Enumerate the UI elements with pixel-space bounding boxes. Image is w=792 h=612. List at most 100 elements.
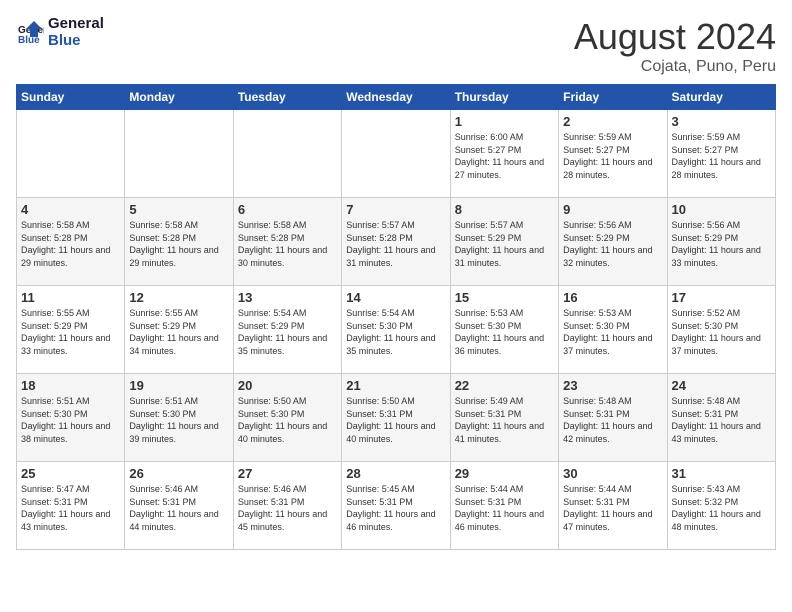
calendar-cell: 21Sunrise: 5:50 AM Sunset: 5:31 PM Dayli… (342, 374, 450, 462)
day-info: Sunrise: 5:49 AM Sunset: 5:31 PM Dayligh… (455, 395, 554, 445)
day-number: 11 (21, 290, 120, 305)
day-info: Sunrise: 5:57 AM Sunset: 5:29 PM Dayligh… (455, 219, 554, 269)
logo-line1: General (48, 16, 104, 33)
day-header-friday: Friday (559, 85, 667, 110)
day-number: 16 (563, 290, 662, 305)
logo-icon: General Blue (16, 19, 44, 47)
calendar-header-row: SundayMondayTuesdayWednesdayThursdayFrid… (17, 85, 776, 110)
calendar-cell: 13Sunrise: 5:54 AM Sunset: 5:29 PM Dayli… (233, 286, 341, 374)
day-number: 26 (129, 466, 228, 481)
day-number: 3 (672, 114, 771, 129)
calendar-cell: 22 Sunrise: 5:49 AM Sunset: 5:31 PM Dayli… (450, 374, 558, 462)
calendar-cell: 27Sunrise: 5:46 AM Sunset: 5:31 PM Dayli… (233, 462, 341, 550)
day-number: 27 (238, 466, 337, 481)
day-number: 1 (455, 114, 554, 129)
day-header-thursday: Thursday (450, 85, 558, 110)
calendar-cell: 19 Sunrise: 5:51 AM Sunset: 5:30 PM Dayli… (125, 374, 233, 462)
calendar-cell: 12 Sunrise: 5:55 AM Sunset: 5:29 PM Dayli… (125, 286, 233, 374)
day-info: Sunrise: 5:45 AM Sunset: 5:31 PM Dayligh… (346, 483, 445, 533)
day-number: 9 (563, 202, 662, 217)
calendar-cell: 20 Sunrise: 5:50 AM Sunset: 5:30 PM Dayli… (233, 374, 341, 462)
day-number: 19 (129, 378, 228, 393)
day-number: 29 (455, 466, 554, 481)
calendar-cell: 30Sunrise: 5:44 AM Sunset: 5:31 PM Dayli… (559, 462, 667, 550)
day-info: Sunrise: 5:55 AM Sunset: 5:29 PM Dayligh… (21, 307, 120, 357)
day-info: Sunrise: 5:48 AM Sunset: 5:31 PM Dayligh… (672, 395, 771, 445)
day-number: 23 (563, 378, 662, 393)
day-info: Sunrise: 5:51 AM Sunset: 5:30 PM Dayligh… (21, 395, 120, 445)
day-number: 8 (455, 202, 554, 217)
calendar-cell: 11 Sunrise: 5:55 AM Sunset: 5:29 PM Dayli… (17, 286, 125, 374)
calendar-cell (17, 110, 125, 198)
day-number: 10 (672, 202, 771, 217)
day-info: Sunrise: 5:58 AM Sunset: 5:28 PM Dayligh… (238, 219, 337, 269)
day-info: Sunrise: 5:57 AM Sunset: 5:28 PM Dayligh… (346, 219, 445, 269)
calendar-cell: 4 Sunrise: 5:58 AM Sunset: 5:28 PM Daylig… (17, 198, 125, 286)
day-info: Sunrise: 5:54 AM Sunset: 5:30 PM Dayligh… (346, 307, 445, 357)
day-info: Sunrise: 5:53 AM Sunset: 5:30 PM Dayligh… (455, 307, 554, 357)
day-header-tuesday: Tuesday (233, 85, 341, 110)
calendar-cell: 26Sunrise: 5:46 AM Sunset: 5:31 PM Dayli… (125, 462, 233, 550)
day-number: 20 (238, 378, 337, 393)
day-number: 22 (455, 378, 554, 393)
day-number: 4 (21, 202, 120, 217)
day-info: Sunrise: 5:56 AM Sunset: 5:29 PM Dayligh… (563, 219, 662, 269)
calendar-cell: 2Sunrise: 5:59 AM Sunset: 5:27 PM Daylig… (559, 110, 667, 198)
calendar-cell: 15 Sunrise: 5:53 AM Sunset: 5:30 PM Dayli… (450, 286, 558, 374)
day-info: Sunrise: 5:55 AM Sunset: 5:29 PM Dayligh… (129, 307, 228, 357)
day-info: Sunrise: 5:53 AM Sunset: 5:30 PM Dayligh… (563, 307, 662, 357)
day-info: Sunrise: 5:52 AM Sunset: 5:30 PM Dayligh… (672, 307, 771, 357)
calendar-cell: 17 Sunrise: 5:52 AM Sunset: 5:30 PM Dayli… (667, 286, 775, 374)
day-number: 15 (455, 290, 554, 305)
calendar-cell: 28Sunrise: 5:45 AM Sunset: 5:31 PM Dayli… (342, 462, 450, 550)
title-block: August 2024 Cojata, Puno, Peru (574, 16, 776, 76)
day-number: 7 (346, 202, 445, 217)
calendar-cell: 23 Sunrise: 5:48 AM Sunset: 5:31 PM Dayli… (559, 374, 667, 462)
day-number: 25 (21, 466, 120, 481)
calendar-cell: 10Sunrise: 5:56 AM Sunset: 5:29 PM Dayli… (667, 198, 775, 286)
calendar-week-row: 18 Sunrise: 5:51 AM Sunset: 5:30 PM Dayli… (17, 374, 776, 462)
day-number: 17 (672, 290, 771, 305)
day-info: Sunrise: 5:54 AM Sunset: 5:29 PM Dayligh… (238, 307, 337, 357)
day-info: Sunrise: 5:47 AM Sunset: 5:31 PM Dayligh… (21, 483, 120, 533)
day-number: 24 (672, 378, 771, 393)
day-info: Sunrise: 5:59 AM Sunset: 5:27 PM Dayligh… (563, 131, 662, 181)
calendar-cell: 25 Sunrise: 5:47 AM Sunset: 5:31 PM Dayli… (17, 462, 125, 550)
calendar-cell (342, 110, 450, 198)
calendar-week-row: 25 Sunrise: 5:47 AM Sunset: 5:31 PM Dayli… (17, 462, 776, 550)
calendar-cell (125, 110, 233, 198)
calendar-cell: 6 Sunrise: 5:58 AM Sunset: 5:28 PM Daylig… (233, 198, 341, 286)
calendar-week-row: 1Sunrise: 6:00 AM Sunset: 5:27 PM Daylig… (17, 110, 776, 198)
day-number: 14 (346, 290, 445, 305)
calendar-cell: 1Sunrise: 6:00 AM Sunset: 5:27 PM Daylig… (450, 110, 558, 198)
calendar-cell: 7 Sunrise: 5:57 AM Sunset: 5:28 PM Daylig… (342, 198, 450, 286)
day-header-sunday: Sunday (17, 85, 125, 110)
day-number: 31 (672, 466, 771, 481)
header: General Blue General Blue August 2024 Co… (16, 16, 776, 76)
day-info: Sunrise: 5:48 AM Sunset: 5:31 PM Dayligh… (563, 395, 662, 445)
day-info: Sunrise: 5:44 AM Sunset: 5:31 PM Dayligh… (563, 483, 662, 533)
day-header-monday: Monday (125, 85, 233, 110)
calendar-cell: 18 Sunrise: 5:51 AM Sunset: 5:30 PM Dayli… (17, 374, 125, 462)
calendar-cell: 31Sunrise: 5:43 AM Sunset: 5:32 PM Dayli… (667, 462, 775, 550)
day-info: Sunrise: 5:58 AM Sunset: 5:28 PM Dayligh… (21, 219, 120, 269)
calendar-table: SundayMondayTuesdayWednesdayThursdayFrid… (16, 84, 776, 550)
day-info: Sunrise: 5:51 AM Sunset: 5:30 PM Dayligh… (129, 395, 228, 445)
day-info: Sunrise: 5:50 AM Sunset: 5:30 PM Dayligh… (238, 395, 337, 445)
page-title: August 2024 (574, 16, 776, 58)
calendar-cell: 14 Sunrise: 5:54 AM Sunset: 5:30 PM Dayli… (342, 286, 450, 374)
logo-line2: Blue (48, 33, 104, 50)
logo: General Blue General Blue (16, 16, 104, 49)
day-info: Sunrise: 5:59 AM Sunset: 5:27 PM Dayligh… (672, 131, 771, 181)
day-number: 21 (346, 378, 445, 393)
calendar-week-row: 4 Sunrise: 5:58 AM Sunset: 5:28 PM Daylig… (17, 198, 776, 286)
day-number: 5 (129, 202, 228, 217)
page-subtitle: Cojata, Puno, Peru (574, 58, 776, 76)
calendar-cell: 9 Sunrise: 5:56 AM Sunset: 5:29 PM Daylig… (559, 198, 667, 286)
day-number: 12 (129, 290, 228, 305)
day-number: 6 (238, 202, 337, 217)
day-info: Sunrise: 5:44 AM Sunset: 5:31 PM Dayligh… (455, 483, 554, 533)
day-number: 18 (21, 378, 120, 393)
calendar-cell: 8 Sunrise: 5:57 AM Sunset: 5:29 PM Daylig… (450, 198, 558, 286)
calendar-cell: 16 Sunrise: 5:53 AM Sunset: 5:30 PM Dayli… (559, 286, 667, 374)
